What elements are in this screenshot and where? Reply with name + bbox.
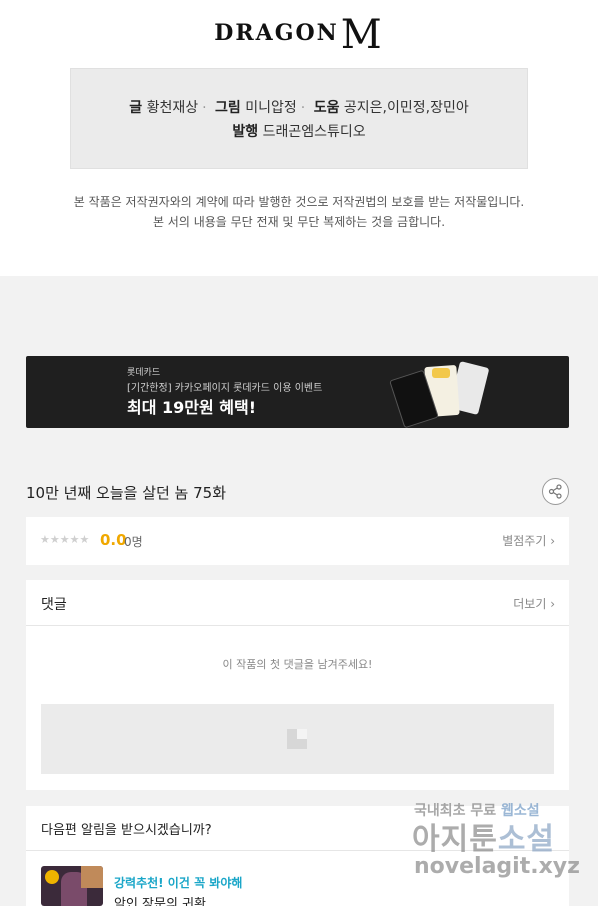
recommend-title[interactable]: 악인 장문의 귀환 [114, 893, 206, 906]
banner-subtitle: [기간한정] 카카오페이지 롯데카드 이용 이벤트 [127, 383, 323, 394]
art-name: 미니압정 [245, 100, 297, 116]
writer-name: 황천재상 [146, 100, 199, 116]
rating-score: 0.0 [100, 531, 127, 549]
comment-input[interactable] [41, 704, 554, 774]
share-icon [548, 484, 562, 499]
art-label: 그림 [215, 100, 241, 116]
logo-mark: M [340, 12, 384, 58]
assist-names: 공지은,이민정,장민아 [343, 100, 469, 116]
banner-brand: 롯데카드 [127, 368, 161, 378]
comments-empty-text: 이 작품의 첫 댓글을 남겨주세요! [222, 658, 373, 671]
publisher-name: 드래곤엠스튜디오 [262, 124, 366, 140]
episode-footer-section: DRAGONM 글 황천재상 · 그림 미니압정 · 도움 공지은,이민정,장민아 … [0, 0, 598, 276]
rate-button[interactable]: 별점주기 › [502, 532, 555, 549]
credits-line-1: 글 황천재상 · 그림 미니압정 · 도움 공지은,이민정,장민아 [129, 100, 469, 116]
rating-stars: ★★★★★ [40, 533, 90, 546]
recommend-thumbnail[interactable] [41, 866, 103, 906]
assist-label: 도움 [313, 100, 340, 116]
recommend-label[interactable]: 강력추천! 이건 꼭 봐야해 [114, 874, 242, 891]
banner-headline: 최대 19만원 혜택! [127, 398, 257, 417]
rating-count: 0명 [124, 535, 143, 549]
comments-more-link[interactable]: 더보기 › [513, 595, 555, 612]
share-button[interactable] [542, 478, 569, 505]
credits-line-2: 발행 드래곤엠스튜디오 [71, 120, 527, 144]
card-illustration [366, 360, 490, 428]
publisher-logo: DRAGONM [0, 0, 598, 58]
copyright-line-2: 본 서의 내용을 무단 전재 및 무단 복제하는 것을 금합니다. [152, 215, 446, 229]
writer-label: 글 [129, 100, 143, 116]
copyright-notice: 본 작품은 저작권자와의 계약에 따라 발행한 것으로 저작권법의 보호를 받는… [0, 192, 598, 232]
watermark-url: novelagit.xyz [414, 854, 580, 879]
comments-panel: 댓글 더보기 › 이 작품의 첫 댓글을 남겨주세요! [26, 580, 569, 790]
episode-title: 10만 년째 오늘을 살던 놈 75화 [26, 484, 227, 502]
ad-banner[interactable]: 롯데카드 [기간한정] 카카오페이지 롯데카드 이용 이벤트 최대 19만원 혜… [26, 356, 569, 428]
credits-box: 글 황천재상 · 그림 미니압정 · 도움 공지은,이민정,장민아 발행 드래곤엠스… [70, 68, 528, 169]
clock-icon [45, 870, 59, 884]
copyright-line-1: 본 작품은 저작권자와의 계약에 따라 발행한 것으로 저작권법의 보호를 받는… [73, 195, 525, 209]
publisher-label: 발행 [232, 124, 259, 140]
rating-panel: ★★★★★ 0.0 0명 별점주기 › [26, 517, 569, 565]
notify-question: 다음편 알림을 받으시겠습니까? [41, 823, 212, 838]
comments-title: 댓글 [41, 597, 67, 613]
comments-header: 댓글 더보기 › [26, 580, 569, 626]
site-watermark: 국내최초 무료 웹소설 아지툰소설 novelagit.xyz [410, 800, 585, 890]
logo-text: DRAGON [214, 20, 339, 46]
watermark-line-2: 아지툰소설 [412, 822, 556, 857]
